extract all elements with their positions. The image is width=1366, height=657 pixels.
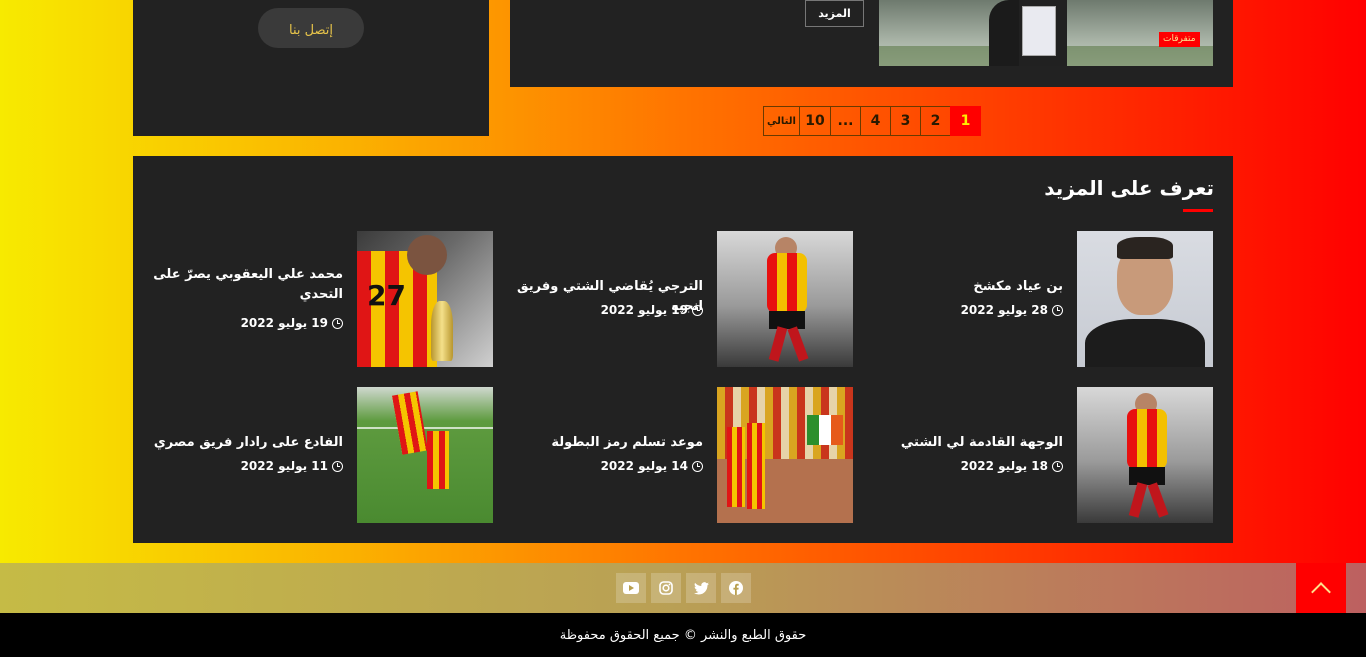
article-date: 19 يوليو 2022 xyxy=(241,316,343,330)
category-badge[interactable]: متفرقات xyxy=(1159,32,1200,47)
article-date-text: 18 يوليو 2022 xyxy=(960,459,1048,473)
article-date: 28 يوليو 2022 xyxy=(961,303,1063,317)
article-date: 14 يوليو 2022 xyxy=(601,459,703,473)
contact-us-button[interactable]: إتصل بنا xyxy=(258,8,364,48)
chevron-up-icon xyxy=(1311,582,1331,602)
clock-icon xyxy=(692,460,703,472)
thumb-shorts xyxy=(769,311,805,329)
twitter-icon[interactable] xyxy=(686,573,716,603)
scroll-to-top-button[interactable] xyxy=(1296,563,1346,613)
article-thumbnail[interactable]: 27 xyxy=(357,231,493,367)
thumb-jersey-number: 27 xyxy=(367,279,406,312)
list-item[interactable]: الوجهة القادمة لي الشتي 18 يوليو 2022 xyxy=(853,387,1213,523)
thumb-leg xyxy=(787,326,809,362)
pagination-page-4[interactable]: 4 xyxy=(860,106,891,136)
clock-icon xyxy=(332,460,343,472)
article-date-text: 11 يوليو 2022 xyxy=(240,459,328,473)
section-title: تعرف على المزيد xyxy=(1044,176,1214,200)
article-thumbnail[interactable] xyxy=(1077,387,1213,523)
thumb-player xyxy=(427,431,449,489)
thumb-shorts xyxy=(1129,467,1165,485)
article-date: 11 يوليو 2022 xyxy=(241,459,343,473)
thumb-leg xyxy=(1147,482,1169,518)
section-title-underline xyxy=(1183,209,1213,212)
article-title[interactable]: موعد تسلم رمز البطولة xyxy=(493,433,703,453)
thumb-shirt xyxy=(1085,319,1205,367)
article-thumbnail[interactable] xyxy=(1077,231,1213,367)
pagination-ellipsis: ... xyxy=(830,106,861,136)
thumb-player xyxy=(747,423,765,509)
pagination-next-button[interactable]: التالي xyxy=(763,106,800,136)
thumb-player xyxy=(727,427,745,507)
thumb-head xyxy=(407,235,447,275)
list-item[interactable]: الترجي يُقاضي الشتي وفريق انجيه 19 يوليو… xyxy=(493,231,853,367)
article-date-text: 19 يوليو 2022 xyxy=(600,303,688,317)
thumb-pitch-line xyxy=(357,427,493,429)
thumb-leg xyxy=(768,326,788,362)
article-date: 19 يوليو 2022 xyxy=(601,303,703,317)
pagination-page-10[interactable]: 10 xyxy=(799,106,831,136)
pagination-page-3[interactable]: 3 xyxy=(890,106,921,136)
article-date: 18 يوليو 2022 xyxy=(961,459,1063,473)
sidebar-card: إتصل بنا xyxy=(133,0,489,136)
footer-social-bar xyxy=(0,563,1366,613)
thumb-hair xyxy=(1117,237,1173,259)
post-image-badge-card xyxy=(1022,6,1056,56)
article-title[interactable]: بن عياد مكشخ xyxy=(853,277,1063,297)
article-title[interactable]: الوجهة القادمة لي الشتي xyxy=(853,433,1063,453)
list-item[interactable]: بن عياد مكشخ 28 يوليو 2022 xyxy=(853,231,1213,367)
facebook-icon[interactable] xyxy=(721,573,751,603)
clock-icon xyxy=(1052,304,1063,316)
thumb-jersey xyxy=(1127,409,1167,469)
list-item[interactable]: موعد تسلم رمز البطولة 14 يوليو 2022 xyxy=(493,387,853,523)
clock-icon xyxy=(1052,460,1063,472)
pagination-page-2[interactable]: 2 xyxy=(920,106,951,136)
clock-icon xyxy=(692,304,703,316)
list-item[interactable]: 27 محمد علي اليعقوبي يصرّ على التحدي 19 … xyxy=(133,231,493,367)
learn-more-section: تعرف على المزيد بن عياد مكشخ 28 يوليو 20… xyxy=(133,156,1233,543)
pagination-page-1-current[interactable]: 1 xyxy=(950,106,981,136)
article-date-text: 19 يوليو 2022 xyxy=(240,316,328,330)
thumb-trophy xyxy=(431,301,453,361)
copyright-text: حقوق الطبع والنشر © جميع الحقوق محفوظة xyxy=(559,627,807,643)
article-thumbnail[interactable] xyxy=(717,231,853,367)
thumb-flag xyxy=(807,415,843,445)
post-card: المزيد متفرقات xyxy=(510,0,1233,87)
article-title[interactable]: الفادع على رادار فريق مصري xyxy=(133,433,343,453)
read-more-button[interactable]: المزيد xyxy=(805,0,864,27)
instagram-icon[interactable] xyxy=(651,573,681,603)
article-thumbnail[interactable] xyxy=(717,387,853,523)
clock-icon xyxy=(332,317,343,329)
thumb-leg xyxy=(1128,482,1148,518)
pagination: التالي 10 ... 4 3 2 1 xyxy=(763,106,981,136)
article-title[interactable]: محمد علي اليعقوبي يصرّ على التحدي xyxy=(133,265,343,305)
youtube-icon[interactable] xyxy=(616,573,646,603)
article-thumbnail[interactable] xyxy=(357,387,493,523)
article-date-text: 14 يوليو 2022 xyxy=(600,459,688,473)
article-date-text: 28 يوليو 2022 xyxy=(960,303,1048,317)
list-item[interactable]: الفادع على رادار فريق مصري 11 يوليو 2022 xyxy=(133,387,493,523)
thumb-player xyxy=(391,391,429,455)
copyright-bar: حقوق الطبع والنشر © جميع الحقوق محفوظة xyxy=(0,613,1366,657)
thumb-jersey xyxy=(767,253,807,313)
